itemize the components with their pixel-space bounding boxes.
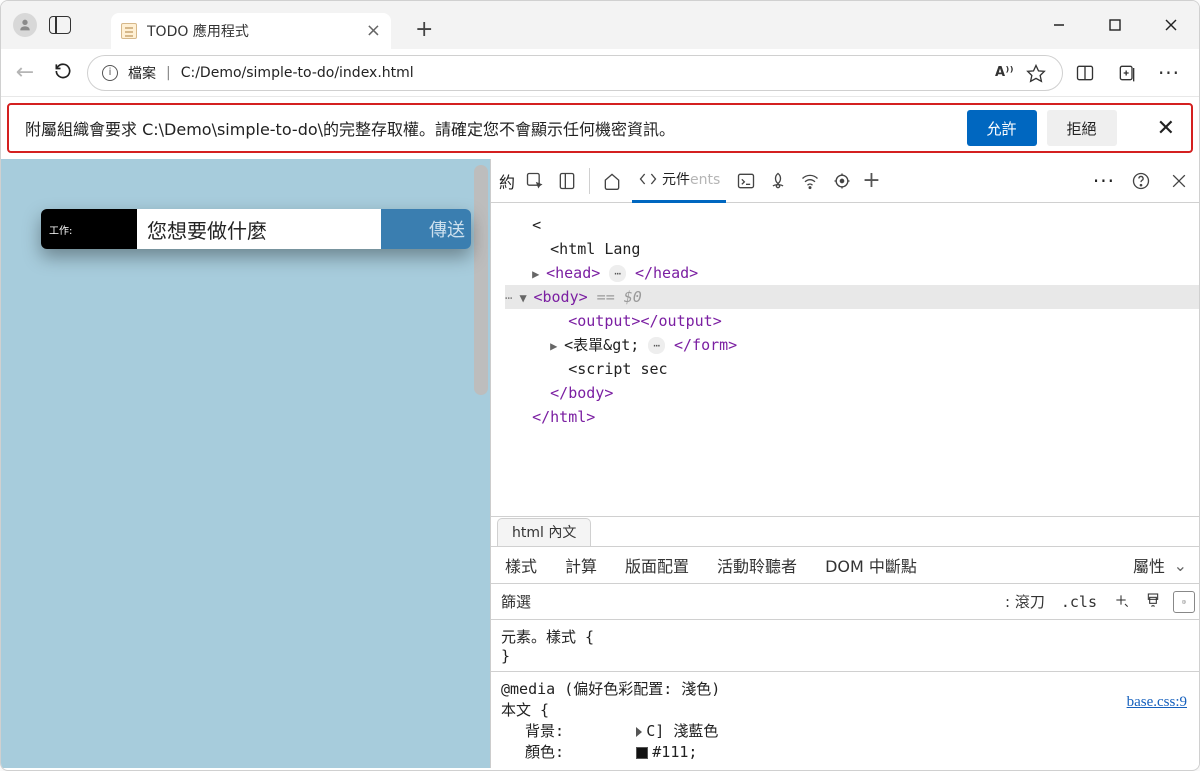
more-tools-button[interactable]: +	[862, 168, 880, 193]
dom-line[interactable]: ▶<head> ⋯ </head>	[505, 261, 1199, 285]
cls-toggle[interactable]: .cls	[1053, 593, 1105, 611]
close-devtools-icon[interactable]	[1167, 169, 1191, 193]
task-input[interactable]: 您想要做什麼	[137, 209, 381, 249]
info-icon[interactable]: i	[102, 65, 118, 81]
settings-menu-icon[interactable]: ···	[1157, 61, 1181, 85]
tab-layout[interactable]: 版面配置	[611, 553, 703, 577]
dismiss-icon[interactable]: ✕	[1157, 116, 1175, 141]
color-swatch[interactable]	[636, 747, 648, 759]
computed-sidebar-icon[interactable]	[1173, 591, 1195, 613]
todo-form: 工作: 您想要做什麼 傳送	[41, 209, 471, 249]
breadcrumb-item[interactable]: html 內文	[497, 518, 591, 546]
filter-row: 篩選 : 滾刀 .cls	[491, 584, 1199, 620]
dom-line[interactable]: </html>	[505, 405, 1199, 429]
tab-dom-breakpoints[interactable]: DOM 中斷點	[811, 553, 931, 577]
send-button[interactable]: 傳送	[381, 209, 471, 249]
print-media-icon[interactable]	[1137, 592, 1169, 612]
allow-button[interactable]: 允許	[967, 110, 1037, 146]
devtools-toolbar: 約 元件ents +	[491, 159, 1199, 203]
media-query: @media (偏好色彩配置: 淺色)	[501, 678, 1189, 699]
welcome-tab[interactable]: 約	[499, 169, 515, 193]
styles-tabs: 樣式 計算 版面配置 活動聆聽者 DOM 中斷點 屬性 ⌄	[491, 546, 1199, 584]
breadcrumb: html 內文	[491, 516, 1199, 546]
titlebar: TODO 應用程式 × +	[1, 1, 1199, 49]
address-bar: ← i 檔案 | C:/Demo/simple-to-do/index.html…	[1, 49, 1199, 97]
minimize-button[interactable]	[1031, 1, 1087, 49]
inspect-icon[interactable]	[523, 169, 547, 193]
vertical-tabs-icon[interactable]	[49, 16, 71, 34]
permission-message: 附屬組織會要求 C:\Demo\simple-to-do\的完整存取權。請確定您…	[25, 116, 967, 140]
permission-bar: 附屬組織會要求 C:\Demo\simple-to-do\的完整存取權。請確定您…	[7, 103, 1193, 153]
browser-tab[interactable]: TODO 應用程式 ×	[111, 13, 391, 49]
favorite-star-icon[interactable]	[1024, 61, 1048, 85]
profile-avatar[interactable]	[13, 13, 37, 37]
separator: |	[166, 65, 171, 81]
tab-styles[interactable]: 樣式	[491, 553, 551, 577]
scrollbar[interactable]	[474, 165, 488, 395]
expand-icon[interactable]	[636, 727, 642, 737]
chevron-down-icon[interactable]: ⌄	[1174, 556, 1187, 575]
url-text: C:/Demo/simple-to-do/index.html	[181, 65, 985, 81]
content-split: !DOCTYPE html> 工作: 您想要做什麼 傳送 約	[1, 159, 1199, 768]
network-icon[interactable]	[798, 169, 822, 193]
dom-line[interactable]: <html Lang	[505, 237, 1199, 261]
element-style-rule[interactable]: 元素。樣式 { }	[491, 620, 1199, 672]
dom-line[interactable]: <output></output>	[505, 309, 1199, 333]
filter-input[interactable]: 篩選	[491, 591, 997, 612]
window-controls	[1031, 1, 1199, 49]
titlebar-left: TODO 應用程式 × +	[1, 7, 433, 43]
device-toggle-icon[interactable]	[555, 169, 579, 193]
close-icon[interactable]: ×	[366, 22, 381, 40]
elements-label-suffix: ents	[690, 172, 720, 188]
page-pane: !DOCTYPE html> 工作: 您想要做什麼 傳送	[1, 159, 491, 768]
rule-open: 元素。樣式 {	[501, 626, 1189, 647]
elements-tab[interactable]: 元件ents	[632, 159, 726, 203]
home-icon[interactable]	[600, 169, 624, 193]
tab-computed[interactable]: 計算	[551, 553, 611, 577]
source-link[interactable]: base.css:9	[1127, 694, 1187, 711]
split-screen-icon[interactable]	[1073, 61, 1097, 85]
dom-line[interactable]: <	[505, 213, 1199, 237]
elements-label-prefix: 元件	[662, 172, 690, 188]
help-icon[interactable]	[1129, 169, 1153, 193]
separator	[589, 168, 590, 194]
collections-icon[interactable]	[1115, 61, 1139, 85]
tab-listeners[interactable]: 活動聆聽者	[703, 553, 811, 577]
devtools: 約 元件ents +	[491, 159, 1199, 768]
close-button[interactable]	[1143, 1, 1199, 49]
hov-toggle[interactable]: : 滾刀	[997, 591, 1053, 612]
new-tab-button[interactable]: +	[415, 17, 433, 42]
selector: 本文 {	[501, 699, 1189, 720]
sources-icon[interactable]	[766, 169, 790, 193]
devtools-menu-icon[interactable]: ···	[1093, 169, 1115, 193]
deny-button[interactable]: 拒絕	[1047, 110, 1117, 146]
declaration-bg[interactable]: 背景: C] 淺藍色	[501, 720, 1189, 741]
omnibox[interactable]: i 檔案 | C:/Demo/simple-to-do/index.html A…	[87, 55, 1063, 91]
dom-line[interactable]: </body>	[505, 381, 1199, 405]
tab-properties[interactable]: 屬性	[1133, 553, 1165, 577]
maximize-button[interactable]	[1087, 1, 1143, 49]
declaration-color[interactable]: 顏色: #111;	[501, 741, 1189, 762]
back-button[interactable]: ←	[11, 60, 39, 85]
reload-button[interactable]	[49, 61, 77, 85]
dom-line[interactable]: ▶<表單&gt; ⋯ </form>	[505, 333, 1199, 357]
file-label: 檔案	[128, 63, 156, 83]
css-rule[interactable]: @media (偏好色彩配置: 淺色) 本文 { 背景: C] 淺藍色 顏色: …	[491, 672, 1199, 768]
read-aloud-icon[interactable]: A⁾⁾	[995, 65, 1014, 80]
performance-icon[interactable]	[830, 169, 854, 193]
new-style-rule-icon[interactable]	[1105, 592, 1137, 612]
addressbar-right: ···	[1073, 61, 1189, 85]
dom-line-selected[interactable]: ⋯ ▼<body> == $0	[505, 285, 1199, 309]
console-icon[interactable]	[734, 169, 758, 193]
rule-close: }	[501, 647, 1189, 665]
clipboard-icon	[121, 23, 137, 39]
task-label: 工作:	[41, 209, 137, 249]
dom-line[interactable]: <script sec	[505, 357, 1199, 381]
tab-title: TODO 應用程式	[147, 21, 356, 41]
browser-window: TODO 應用程式 × + ← i 檔案 | C:/Demo/simple-to…	[0, 0, 1200, 771]
dom-tree[interactable]: < <html Lang ▶<head> ⋯ </head> ⋯ ▼<body>…	[491, 203, 1199, 516]
